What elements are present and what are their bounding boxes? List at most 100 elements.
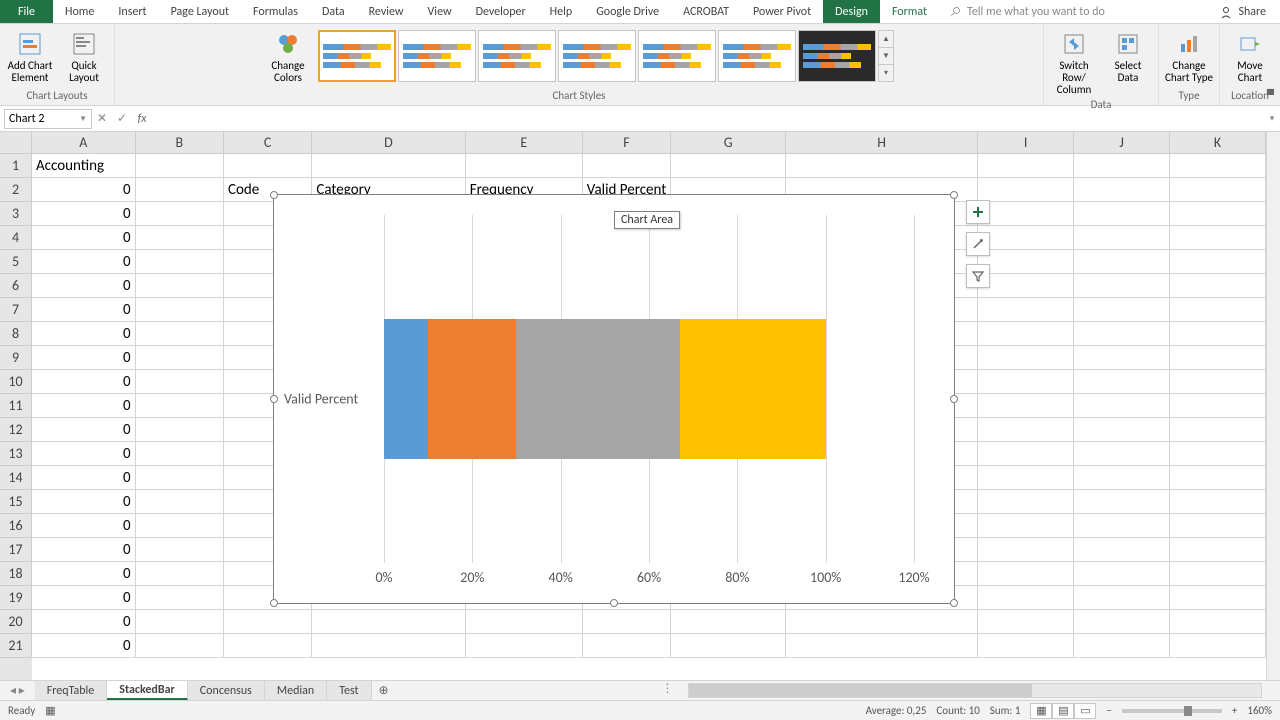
cell-I2[interactable]	[978, 178, 1074, 202]
page-layout-view-button[interactable]: ▤	[1052, 703, 1074, 719]
cell-D21[interactable]	[312, 634, 465, 658]
cell-K18[interactable]	[1170, 562, 1266, 586]
cell-K17[interactable]	[1170, 538, 1266, 562]
cell-A12[interactable]: 0	[32, 418, 136, 442]
cell-B7[interactable]	[136, 298, 224, 322]
cell-F20[interactable]	[583, 610, 671, 634]
cell-J14[interactable]	[1074, 466, 1170, 490]
chart-segment-Series1[interactable]	[384, 319, 428, 458]
page-break-view-button[interactable]: ▭	[1074, 703, 1096, 719]
cell-K13[interactable]	[1170, 442, 1266, 466]
row-header-11[interactable]: 11	[0, 394, 32, 418]
move-chart-button[interactable]: Move Chart	[1224, 28, 1276, 86]
resize-handle-ne[interactable]	[950, 191, 958, 199]
cell-I8[interactable]	[978, 322, 1074, 346]
cell-A21[interactable]: 0	[32, 634, 136, 658]
name-box-dropdown-icon[interactable]: ▼	[79, 114, 87, 124]
cell-A14[interactable]: 0	[32, 466, 136, 490]
row-header-18[interactable]: 18	[0, 562, 32, 586]
chart-elements-button[interactable]	[966, 200, 990, 224]
sheet-tab-stackedbar[interactable]: StackedBar	[107, 681, 188, 700]
cell-I20[interactable]	[978, 610, 1074, 634]
cell-F1[interactable]	[583, 154, 671, 178]
cell-J16[interactable]	[1074, 514, 1170, 538]
name-box[interactable]: Chart 2 ▼	[4, 109, 92, 129]
chart-style-7[interactable]	[798, 30, 876, 82]
chart-style-2[interactable]	[398, 30, 476, 82]
cell-K21[interactable]	[1170, 634, 1266, 658]
row-header-4[interactable]: 4	[0, 226, 32, 250]
formula-input[interactable]	[152, 109, 1264, 129]
tab-file[interactable]: File	[0, 0, 53, 23]
resize-handle-e[interactable]	[950, 395, 958, 403]
row-header-10[interactable]: 10	[0, 370, 32, 394]
quick-layout-button[interactable]: Quick Layout	[58, 28, 110, 86]
change-colors-button[interactable]: Change Colors	[262, 28, 314, 86]
cell-K20[interactable]	[1170, 610, 1266, 634]
tab-format[interactable]: Format	[880, 0, 939, 23]
cell-E20[interactable]	[466, 610, 583, 634]
cell-B19[interactable]	[136, 586, 224, 610]
cell-G1[interactable]	[671, 154, 786, 178]
chart-style-6[interactable]	[718, 30, 796, 82]
cell-A2[interactable]: 0	[32, 178, 136, 202]
cell-I17[interactable]	[978, 538, 1074, 562]
cell-I10[interactable]	[978, 370, 1074, 394]
sheet-tab-test[interactable]: Test	[327, 681, 371, 700]
cell-B14[interactable]	[136, 466, 224, 490]
vertical-scrollbar[interactable]	[1266, 132, 1280, 680]
row-header-12[interactable]: 12	[0, 418, 32, 442]
normal-view-button[interactable]: ▦	[1030, 703, 1052, 719]
cell-J9[interactable]	[1074, 346, 1170, 370]
col-header-D[interactable]: D	[312, 132, 466, 154]
zoom-level[interactable]: 160%	[1247, 704, 1272, 717]
cell-I18[interactable]	[978, 562, 1074, 586]
cell-B16[interactable]	[136, 514, 224, 538]
zoom-slider[interactable]	[1122, 709, 1222, 713]
cell-A9[interactable]: 0	[32, 346, 136, 370]
cell-B2[interactable]	[136, 178, 224, 202]
row-header-1[interactable]: 1	[0, 154, 32, 178]
cell-B18[interactable]	[136, 562, 224, 586]
enter-formula-button[interactable]: ✓	[112, 111, 132, 126]
row-header-21[interactable]: 21	[0, 634, 32, 658]
cell-B15[interactable]	[136, 490, 224, 514]
cell-K16[interactable]	[1170, 514, 1266, 538]
new-sheet-button[interactable]: ⊕	[372, 681, 396, 700]
switch-row-column-button[interactable]: Switch Row/ Column	[1048, 28, 1100, 98]
cell-C21[interactable]	[224, 634, 312, 658]
cell-H1[interactable]	[786, 154, 978, 178]
col-header-A[interactable]: A	[32, 132, 136, 154]
cell-B11[interactable]	[136, 394, 224, 418]
cell-J11[interactable]	[1074, 394, 1170, 418]
cell-A10[interactable]: 0	[32, 370, 136, 394]
row-header-16[interactable]: 16	[0, 514, 32, 538]
cell-B1[interactable]	[136, 154, 224, 178]
tab-design[interactable]: Design	[823, 0, 880, 23]
tab-data[interactable]: Data	[310, 0, 357, 23]
cell-I21[interactable]	[978, 634, 1074, 658]
cell-J2[interactable]	[1074, 178, 1170, 202]
col-header-I[interactable]: I	[978, 132, 1074, 154]
share-button[interactable]: Share	[1205, 0, 1280, 23]
cell-A20[interactable]: 0	[32, 610, 136, 634]
add-chart-element-button[interactable]: Add Chart Element	[4, 28, 56, 86]
cell-I6[interactable]	[978, 274, 1074, 298]
insert-function-button[interactable]: fx	[132, 112, 152, 126]
cell-H21[interactable]	[786, 634, 978, 658]
cell-J15[interactable]	[1074, 490, 1170, 514]
row-header-7[interactable]: 7	[0, 298, 32, 322]
cell-K6[interactable]	[1170, 274, 1266, 298]
tab-developer[interactable]: Developer	[464, 0, 538, 23]
cell-I1[interactable]	[978, 154, 1074, 178]
col-header-K[interactable]: K	[1170, 132, 1266, 154]
tab-insert[interactable]: Insert	[106, 0, 158, 23]
gallery-scroll[interactable]: ▲▼▾	[878, 30, 894, 82]
col-header-C[interactable]: C	[224, 132, 312, 154]
tab-google-drive[interactable]: Google Drive	[584, 0, 671, 23]
cell-E21[interactable]	[466, 634, 583, 658]
cell-K7[interactable]	[1170, 298, 1266, 322]
cell-I19[interactable]	[978, 586, 1074, 610]
cell-B5[interactable]	[136, 250, 224, 274]
cell-A11[interactable]: 0	[32, 394, 136, 418]
